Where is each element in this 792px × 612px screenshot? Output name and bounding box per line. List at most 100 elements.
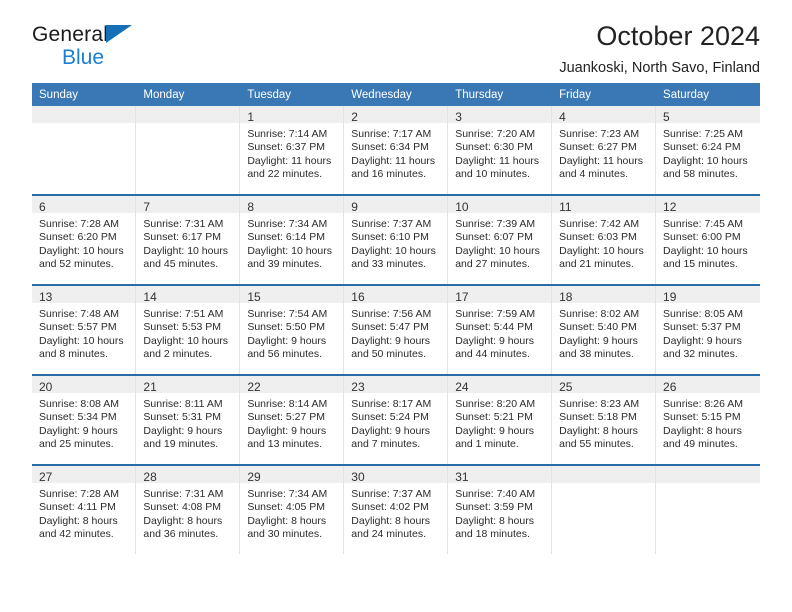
daylight-text-line1: Daylight: 8 hours <box>351 514 431 527</box>
calendar-cell[interactable]: 31 Sunrise: 7:40 AM Sunset: 3:59 PM Dayligh… <box>447 464 553 554</box>
day-number-band: 4 <box>552 106 656 124</box>
calendar-cell-day: 30 Sunrise: 7:37 AM Sunset: 4:02 PM Dayligh… <box>344 466 448 554</box>
calendar-cell[interactable]: 25 Sunrise: 8:23 AM Sunset: 5:18 PM Dayligh… <box>551 374 657 465</box>
calendar-week-row: 27 Sunrise: 7:28 AM Sunset: 4:11 PM Dayligh… <box>32 464 760 554</box>
calendar-cell[interactable]: 24 Sunrise: 8:20 AM Sunset: 5:21 PM Dayligh… <box>447 374 553 465</box>
daylight-text-line2: and 49 minutes. <box>663 438 738 451</box>
logo-text-blue: Blue <box>62 46 105 69</box>
day-number-band <box>656 466 760 483</box>
calendar-week-row: 1 Sunrise: 7:14 AM Sunset: 6:37 PM Daylight… <box>32 106 760 195</box>
daylight-text-line2: and 1 minute. <box>455 438 519 451</box>
daylight-text-line1: Daylight: 9 hours <box>351 424 431 437</box>
calendar-cell[interactable]: 12 Sunrise: 7:45 AM Sunset: 6:00 PM Dayligh… <box>655 194 760 285</box>
calendar-cell-day: 6 Sunrise: 7:28 AM Sunset: 6:20 PM Daylight… <box>32 196 136 284</box>
day-number: 15 <box>247 290 261 304</box>
calendar-cell[interactable]: 15 Sunrise: 7:54 AM Sunset: 5:50 PM Dayligh… <box>239 284 345 375</box>
daylight-text-line1: Daylight: 10 hours <box>663 244 748 257</box>
sunrise-text: Sunrise: 7:14 AM <box>247 128 328 140</box>
calendar-cell[interactable]: 23 Sunrise: 8:17 AM Sunset: 5:24 PM Dayligh… <box>343 374 449 465</box>
sunrise-text: Sunrise: 8:02 AM <box>559 308 640 320</box>
calendar-cell[interactable]: 2 Sunrise: 7:17 AM Sunset: 6:34 PM Daylight… <box>343 106 449 195</box>
calendar-cell[interactable]: 21 Sunrise: 8:11 AM Sunset: 5:31 PM Dayligh… <box>135 374 241 465</box>
sunrise-text: Sunrise: 7:42 AM <box>559 218 640 230</box>
daylight-text-line1: Daylight: 8 hours <box>247 514 327 527</box>
calendar-cell[interactable]: 17 Sunrise: 7:59 AM Sunset: 5:44 PM Dayligh… <box>447 284 553 375</box>
sunrise-text: Sunrise: 7:40 AM <box>455 488 536 500</box>
calendar-cell[interactable]: 22 Sunrise: 8:14 AM Sunset: 5:27 PM Dayligh… <box>239 374 345 465</box>
calendar-cell[interactable]: 14 Sunrise: 7:51 AM Sunset: 5:53 PM Dayligh… <box>135 284 241 375</box>
calendar-cell[interactable]: 6 Sunrise: 7:28 AM Sunset: 6:20 PM Daylight… <box>32 194 137 285</box>
sunrise-text: Sunrise: 7:17 AM <box>351 128 432 140</box>
day-number: 9 <box>351 200 358 214</box>
calendar-cell[interactable]: 18 Sunrise: 8:02 AM Sunset: 5:40 PM Dayligh… <box>551 284 657 375</box>
calendar-cell[interactable]: 19 Sunrise: 8:05 AM Sunset: 5:37 PM Dayligh… <box>655 284 760 375</box>
calendar-cell-day: 17 Sunrise: 7:59 AM Sunset: 5:44 PM Dayligh… <box>448 286 552 374</box>
calendar-cell[interactable]: 30 Sunrise: 7:37 AM Sunset: 4:02 PM Dayligh… <box>343 464 449 554</box>
sunset-text: Sunset: 6:14 PM <box>247 231 325 244</box>
daylight-text-line1: Daylight: 10 hours <box>143 244 229 257</box>
calendar-cell[interactable]: 5 Sunrise: 7:25 AM Sunset: 6:24 PM Daylight… <box>656 106 760 195</box>
calendar-table: Sunday Monday Tuesday Wednesday Thursday… <box>32 83 760 554</box>
sunset-text: Sunset: 5:44 PM <box>455 321 533 334</box>
day-details: Sunrise: 7:40 AM Sunset: 3:59 PM Daylight:… <box>448 483 551 542</box>
daylight-text-line2: and 15 minutes. <box>663 258 738 271</box>
day-number: 17 <box>455 290 469 304</box>
calendar-cell <box>32 106 137 195</box>
daylight-text-line2: and 25 minutes. <box>39 438 114 451</box>
calendar-cell[interactable]: 9 Sunrise: 7:37 AM Sunset: 6:10 PM Daylight… <box>343 194 449 285</box>
daylight-text-line1: Daylight: 10 hours <box>351 244 436 257</box>
calendar-cell[interactable]: 4 Sunrise: 7:23 AM Sunset: 6:27 PM Daylight… <box>551 106 657 195</box>
sunrise-text: Sunrise: 7:51 AM <box>143 308 224 320</box>
calendar-cell[interactable]: 27 Sunrise: 7:28 AM Sunset: 4:11 PM Dayligh… <box>32 464 137 554</box>
sunrise-text: Sunrise: 7:54 AM <box>247 308 328 320</box>
calendar-cell[interactable]: 26 Sunrise: 8:26 AM Sunset: 5:15 PM Dayligh… <box>655 374 760 465</box>
calendar-cell[interactable]: 16 Sunrise: 7:56 AM Sunset: 5:47 PM Dayligh… <box>343 284 449 375</box>
daylight-text-line1: Daylight: 10 hours <box>455 244 540 257</box>
day-number-band: 17 <box>448 286 552 304</box>
sunrise-text: Sunrise: 8:11 AM <box>143 398 223 410</box>
day-details: Sunrise: 7:25 AM Sunset: 6:24 PM Daylight:… <box>656 123 759 182</box>
sunset-text: Sunset: 5:18 PM <box>559 411 637 424</box>
calendar-cell[interactable]: 8 Sunrise: 7:34 AM Sunset: 6:14 PM Daylight… <box>239 194 345 285</box>
daylight-text-line1: Daylight: 9 hours <box>663 334 742 347</box>
day-number: 11 <box>559 200 572 214</box>
day-number-band: 15 <box>240 286 344 304</box>
day-number-band: 27 <box>32 466 136 484</box>
day-number-band: 19 <box>656 286 760 304</box>
sunset-text: Sunset: 5:21 PM <box>455 411 533 424</box>
calendar-cell[interactable]: 3 Sunrise: 7:20 AM Sunset: 6:30 PM Daylight… <box>447 106 553 195</box>
daylight-text-line2: and 4 minutes. <box>559 168 628 181</box>
day-number: 19 <box>663 290 677 304</box>
calendar-cell-day: 26 Sunrise: 8:26 AM Sunset: 5:15 PM Dayligh… <box>656 376 760 464</box>
day-number: 12 <box>663 200 677 214</box>
calendar-cell-day: 9 Sunrise: 7:37 AM Sunset: 6:10 PM Daylight… <box>344 196 448 284</box>
calendar-cell[interactable]: 13 Sunrise: 7:48 AM Sunset: 5:57 PM Dayligh… <box>32 284 137 375</box>
calendar-cell[interactable]: 29 Sunrise: 7:34 AM Sunset: 4:05 PM Dayligh… <box>239 464 345 554</box>
day-number: 20 <box>39 380 53 394</box>
daylight-text-line1: Daylight: 11 hours <box>247 154 332 167</box>
sunset-text: Sunset: 6:10 PM <box>351 231 429 244</box>
day-number: 25 <box>559 380 573 394</box>
calendar-cell-day: 29 Sunrise: 7:34 AM Sunset: 4:05 PM Dayligh… <box>240 466 344 554</box>
calendar-cell[interactable]: 28 Sunrise: 7:31 AM Sunset: 4:08 PM Dayligh… <box>135 464 241 554</box>
day-details: Sunrise: 7:17 AM Sunset: 6:34 PM Daylight:… <box>344 123 447 182</box>
day-number-band: 8 <box>240 196 344 214</box>
sunrise-text: Sunrise: 7:45 AM <box>663 218 743 230</box>
day-number-band: 28 <box>136 466 240 484</box>
calendar-cell-day: 10 Sunrise: 7:39 AM Sunset: 6:07 PM Dayligh… <box>448 196 552 284</box>
calendar-cell[interactable]: 7 Sunrise: 7:31 AM Sunset: 6:17 PM Daylight… <box>135 194 241 285</box>
sunset-text: Sunset: 5:50 PM <box>247 321 325 334</box>
day-details: Sunrise: 8:02 AM Sunset: 5:40 PM Daylight:… <box>552 303 655 362</box>
day-number: 21 <box>143 380 157 394</box>
calendar-cell[interactable]: 10 Sunrise: 7:39 AM Sunset: 6:07 PM Dayligh… <box>447 194 553 285</box>
calendar-cell <box>551 464 657 554</box>
daylight-text-line1: Daylight: 8 hours <box>455 514 534 527</box>
sunrise-text: Sunrise: 8:05 AM <box>663 308 743 320</box>
daylight-text-line1: Daylight: 10 hours <box>39 334 124 347</box>
calendar-cell-day: 20 Sunrise: 8:08 AM Sunset: 5:34 PM Dayligh… <box>32 376 136 464</box>
calendar-cell[interactable]: 11 Sunrise: 7:42 AM Sunset: 6:03 PM Dayligh… <box>551 194 657 285</box>
calendar-cell[interactable]: 1 Sunrise: 7:14 AM Sunset: 6:37 PM Daylight… <box>239 106 345 195</box>
calendar-cell <box>655 464 760 554</box>
daylight-text-line2: and 50 minutes. <box>351 348 426 361</box>
calendar-cell[interactable]: 20 Sunrise: 8:08 AM Sunset: 5:34 PM Dayligh… <box>32 374 137 465</box>
